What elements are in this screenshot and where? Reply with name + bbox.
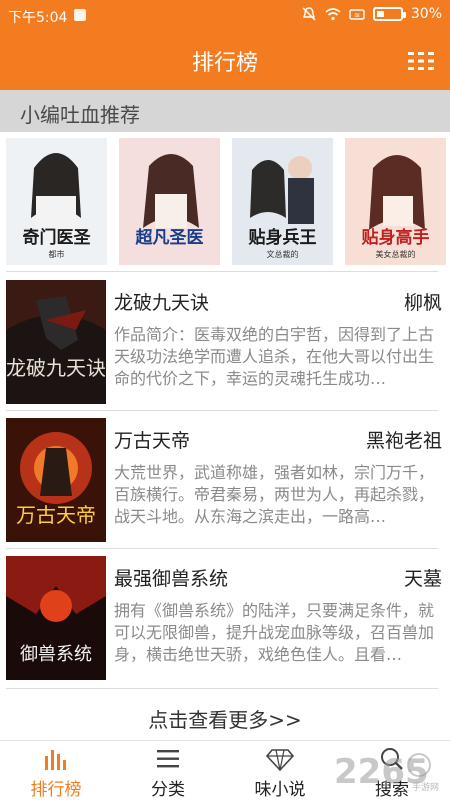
book-title: 万古天帝 [114, 430, 191, 452]
featured-caption: 奇门医圣 [22, 228, 91, 248]
status-bar: 下午5:04 ≋ 30% [0, 0, 450, 32]
book-author: 天墓 [403, 568, 442, 590]
cover-title: 御兽系统 [20, 644, 92, 665]
list-icon [157, 750, 179, 768]
featured-cover[interactable]: 超凡圣医 [119, 138, 220, 265]
tab-ranking[interactable]: 排行榜 [0, 741, 112, 801]
book-author: 黑袍老祖 [365, 430, 442, 452]
book-cover: 御兽系统 [6, 556, 106, 680]
diamond-icon [265, 749, 295, 772]
book-author: 柳枫 [403, 292, 442, 314]
featured-caption: 贴身高手 [361, 228, 430, 248]
status-icons: ≋ 30% [301, 6, 442, 22]
book-title: 龙破九天诀 [114, 292, 210, 314]
book-description: 作品简介：医毒双绝的白宇哲，因得到了上古天级功法绝学而遭人追杀，在他大哥以付出生… [114, 325, 435, 388]
book-description: 大荒世界，武道称雄，强者如林，宗门万千，百族横行。帝君秦易，两世为人，再起杀戮，… [114, 463, 435, 526]
section-title: 小编吐血推荐 [20, 103, 140, 127]
divider [6, 271, 438, 272]
divider [6, 410, 438, 411]
book-row[interactable]: 御兽系统 最强御兽系统 天墓 拥有《御兽系统》的陆洋，只要满足条件，就可以无限御… [0, 550, 450, 682]
featured-caption: 超凡圣医 [135, 228, 204, 248]
tab-category[interactable]: 分类 [112, 741, 224, 801]
book-row[interactable]: 万古天帝 万古天帝 黑袍老祖 大荒世界，武道称雄，强者如林，宗门万千，百族横行。… [0, 412, 450, 544]
featured-tag: 美女总裁的 [375, 250, 416, 259]
watermark-logo: 2265 手游网 [334, 752, 439, 793]
featured-caption: 贴身兵王 [248, 228, 317, 248]
book-cover: 龙破九天诀 [6, 280, 106, 404]
cover-title: 万古天帝 [16, 503, 96, 527]
signal-icon: ≋ [349, 9, 365, 20]
book-row[interactable]: 龙破九天诀 龙破九天诀 柳枫 作品简介：医毒双绝的白宇哲，因得到了上古天级功法绝… [0, 274, 450, 406]
featured-tag: 都市 [48, 250, 65, 259]
book-cover: 万古天帝 [6, 418, 106, 542]
featured-tag: 文总裁的 [266, 250, 299, 259]
featured-cover[interactable]: 都市 奇门医圣 [6, 138, 107, 265]
book-title: 最强御兽系统 [114, 568, 229, 590]
divider [6, 688, 438, 689]
featured-cover[interactable]: 文总裁的 贴身兵王 [232, 138, 333, 265]
svg-text:≋: ≋ [354, 12, 360, 20]
recommend-section-header: 小编吐血推荐 [0, 90, 450, 132]
tab-label: 排行榜 [30, 780, 82, 800]
wifi-icon [325, 8, 341, 21]
tab-label: 分类 [151, 780, 185, 800]
svg-text:手游网: 手游网 [412, 781, 439, 793]
ranking-bars-icon [45, 750, 66, 770]
see-more-link[interactable]: 点击查看更多>> [0, 704, 450, 733]
cover-title: 龙破九天诀 [6, 356, 106, 380]
page-title: 排行榜 [191, 51, 258, 76]
cover-art: 龙破九天诀 [6, 280, 106, 404]
app-header: 排行榜 [0, 32, 450, 90]
cover-art: 御兽系统 [6, 556, 106, 680]
battery-percent: 30% [410, 6, 442, 22]
status-time: 下午5:04 [8, 10, 68, 26]
cover-art: 万古天帝 [6, 418, 106, 542]
book-description: 拥有《御兽系统》的陆洋，只要满足条件，就可以无限御兽，提升战宠血脉等级，召百兽加… [114, 601, 435, 664]
divider [6, 548, 438, 549]
notification-icon [74, 9, 86, 21]
mute-icon [302, 7, 316, 21]
featured-cover[interactable]: 美女总裁的 贴身高手 [345, 138, 446, 265]
grid-menu-icon[interactable] [408, 50, 434, 72]
featured-covers: 都市 奇门医圣 超凡圣医 文总裁的 贴身兵王 美女总裁的 贴身高手 [6, 138, 446, 266]
battery-icon [372, 7, 406, 21]
